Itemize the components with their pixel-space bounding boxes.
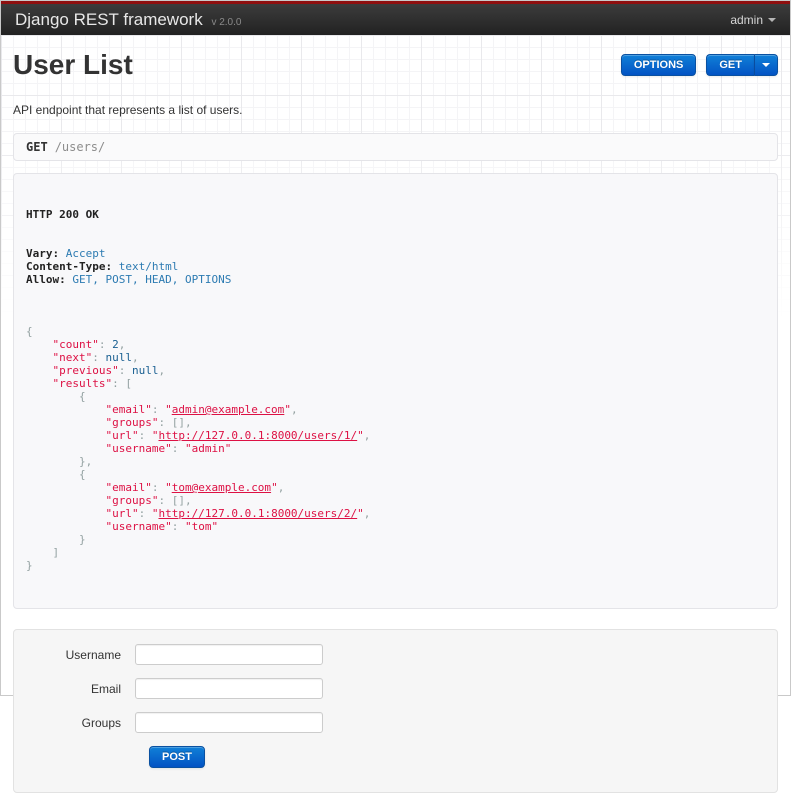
response-body-line: { [78, 468, 86, 481]
user-menu-dropdown[interactable]: admin [730, 13, 776, 27]
response-body-line: "email": "tom@example.com", [105, 481, 285, 494]
page-header: User List OPTIONS GET [13, 49, 778, 81]
post-button[interactable]: POST [149, 746, 205, 768]
email-label: Email [90, 681, 121, 696]
post-form-panel: Username Email Groups POST [13, 629, 778, 793]
response-body-line: } [78, 533, 86, 546]
response-body-line: "count": 2, [52, 338, 126, 351]
groups-label: Groups [81, 715, 121, 730]
response-body-line: "url": "http://127.0.0.1:8000/users/2/", [105, 507, 371, 520]
form-field-row: Groups [14, 712, 777, 733]
response-header-line: Allow: GET, POST, HEAD, OPTIONS [26, 273, 232, 286]
response-body-line: } [26, 559, 33, 572]
form-field-row: Username [14, 644, 777, 665]
response-link[interactable]: http://127.0.0.1:8000/users/2/ [158, 507, 357, 520]
response-body-line: "url": "http://127.0.0.1:8000/users/1/", [105, 429, 371, 442]
response-body: { "count": 2, "next": null, "previous": … [26, 325, 765, 572]
request-bar: GET/users/ [13, 133, 778, 161]
header-buttons: OPTIONS GET [620, 54, 778, 76]
response-body-line: "groups": [], [105, 416, 192, 429]
get-split-button: GET [706, 54, 778, 76]
response-body-line: "previous": null, [52, 364, 166, 377]
brand: Django REST framework v 2.0.0 [15, 10, 241, 30]
response-link[interactable]: tom@example.com [172, 481, 271, 494]
username-label: Username [65, 647, 121, 662]
username-input[interactable] [135, 644, 323, 665]
response-header-line: Vary: Accept [26, 247, 106, 260]
response-body-line: { [26, 325, 33, 338]
page-title: User List [13, 49, 133, 80]
response-body-line: ] [52, 546, 60, 559]
response-link[interactable]: http://127.0.0.1:8000/users/1/ [158, 429, 357, 442]
response-link[interactable]: admin@example.com [172, 403, 285, 416]
request-method: GET [26, 140, 48, 154]
endpoint-description: API endpoint that represents a list of u… [13, 103, 243, 117]
groups-input[interactable] [135, 712, 323, 733]
form-submit-row: POST [149, 746, 777, 768]
response-body-line: { [78, 390, 86, 403]
response-headers: Vary: Accept Content-Type: text/html Allow… [26, 247, 765, 286]
response-body-line: "username": "tom" [105, 520, 219, 533]
user-menu-label: admin [730, 12, 763, 27]
response-status-line: HTTP 200 OK [26, 208, 99, 221]
response-body-line: "username": "admin" [105, 442, 232, 455]
navbar: Django REST framework v 2.0.0 admin [1, 1, 790, 35]
options-button[interactable]: OPTIONS [620, 54, 697, 76]
response-header-line: Content-Type: text/html [26, 260, 179, 273]
chevron-down-icon [762, 63, 770, 67]
response-body-line: "email": "admin@example.com", [105, 403, 298, 416]
response-body-line: "results": [ [52, 377, 132, 390]
get-button[interactable]: GET [706, 54, 754, 76]
request-path: /users/ [54, 140, 106, 154]
response-pane: HTTP 200 OK Vary: Accept Content-Type: te… [13, 173, 778, 609]
chevron-down-icon [768, 17, 776, 22]
response-body-line: }, [78, 455, 93, 468]
brand-title: Django REST framework [15, 9, 203, 29]
response-body-line: "groups": [], [105, 494, 192, 507]
page: { "navbar": { "brand": "Django REST fram… [0, 0, 791, 793]
form-rows: Username Email Groups [14, 644, 777, 733]
response-body-line: "next": null, [52, 351, 139, 364]
brand-version: v 2.0.0 [211, 16, 242, 28]
get-dropdown-button[interactable] [754, 54, 778, 76]
